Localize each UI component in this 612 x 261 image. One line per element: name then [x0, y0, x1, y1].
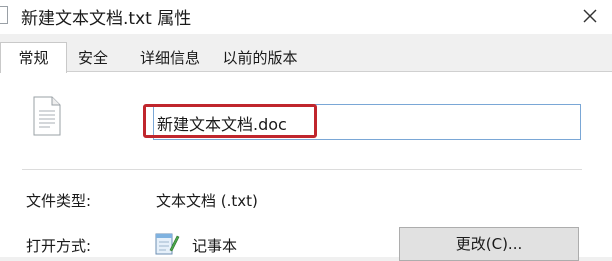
general-panel: 新建文本文档.doc 文件类型: 文本文档 (.txt) 打开方式: 记事本 更…: [0, 71, 612, 261]
file-type-value: 文本文档 (.txt): [156, 192, 258, 210]
notepad-icon: [155, 233, 180, 255]
title-bar: 新建文本文档.txt 属性: [0, 0, 612, 34]
tab-strip: 常规 安全 详细信息 以前的版本: [0, 42, 612, 73]
open-with-value: 记事本: [192, 237, 238, 255]
tab-previous-versions[interactable]: 以前的版本: [211, 45, 309, 72]
open-with-label: 打开方式:: [26, 237, 92, 255]
text-file-icon: [33, 96, 61, 136]
tab-general[interactable]: 常规: [0, 42, 67, 73]
window-title: 新建文本文档.txt 属性: [21, 9, 192, 29]
close-icon: [583, 9, 597, 23]
close-button[interactable]: [576, 2, 604, 30]
divider: [22, 169, 582, 170]
tab-security[interactable]: 安全: [67, 45, 119, 72]
filename-value[interactable]: 新建文本文档.doc: [157, 111, 287, 135]
document-icon: [0, 6, 8, 24]
tab-details[interactable]: 详细信息: [127, 45, 213, 72]
file-type-label: 文件类型:: [26, 192, 92, 210]
